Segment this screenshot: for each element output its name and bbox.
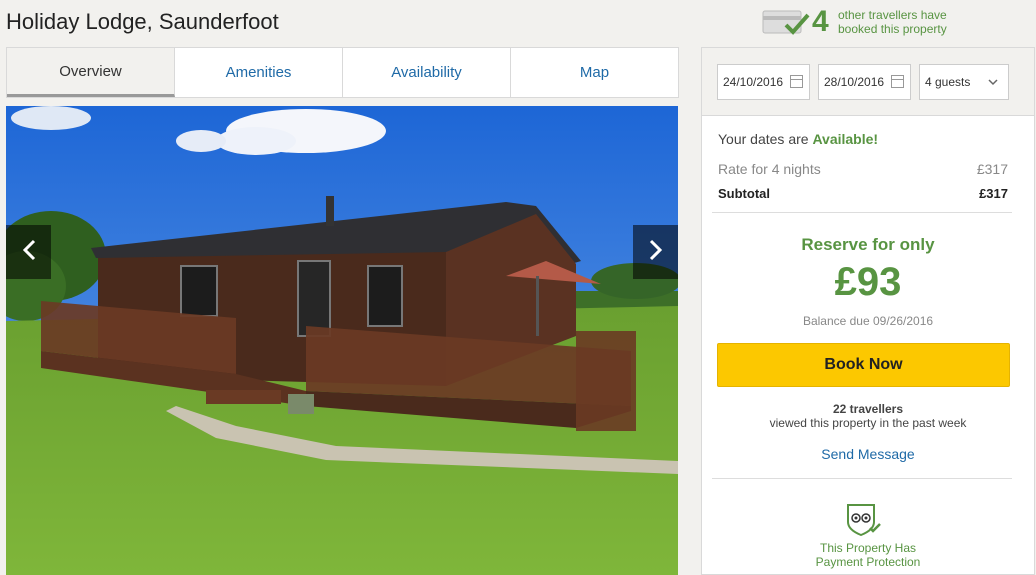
reserve-amount: £93: [834, 260, 902, 304]
guests-select[interactable]: 4 guests: [919, 64, 1009, 100]
checkout-date-input[interactable]: 28/10/2016: [818, 64, 911, 100]
rate-row: Rate for 4 nights £317: [718, 161, 1008, 177]
subtotal-row: Subtotal £317: [718, 186, 1008, 201]
tab-amenities[interactable]: Amenities: [175, 48, 343, 97]
tab-map[interactable]: Map: [511, 48, 678, 97]
booking-panel: 24/10/2016 28/10/2016 4 guests Your date…: [701, 47, 1035, 575]
booked-line-2: booked this property: [838, 22, 947, 36]
subtotal-label: Subtotal: [718, 186, 770, 201]
viewed-notice: 22 travellers viewed this property in th…: [702, 402, 1034, 430]
send-message-link[interactable]: Send Message: [702, 446, 1034, 462]
tab-availability[interactable]: Availability: [343, 48, 511, 97]
checkin-date-value: 24/10/2016: [723, 75, 784, 89]
protection-line-2: Payment Protection: [815, 555, 921, 569]
availability-message: Your dates are Available!: [718, 131, 878, 147]
balance-due: Balance due 09/26/2016: [802, 314, 934, 328]
reserve-label: Reserve for only: [801, 235, 935, 254]
viewed-count: 22 travellers: [832, 402, 904, 416]
checkin-date-input[interactable]: 24/10/2016: [717, 64, 810, 100]
availability-prefix: Your dates are: [718, 131, 813, 147]
credit-card-check-icon: [762, 9, 810, 35]
booking-form: 24/10/2016 28/10/2016 4 guests: [702, 48, 1034, 116]
chevron-left-icon: [21, 239, 37, 266]
checkout-date-value: 28/10/2016: [824, 75, 885, 89]
rate-label: Rate for 4 nights: [718, 161, 821, 177]
booked-line-1: other travellers have: [838, 8, 947, 22]
tab-overview[interactable]: Overview: [7, 48, 175, 97]
chevron-down-icon: [988, 75, 998, 89]
chevron-right-icon: [648, 239, 664, 266]
subtotal-value: £317: [979, 186, 1008, 201]
booked-count: 4: [812, 5, 829, 38]
viewed-text: viewed this property in the past week: [769, 416, 967, 430]
book-now-button[interactable]: Book Now: [717, 343, 1010, 387]
payment-protection-text: This Property Has Payment Protection: [702, 541, 1034, 569]
owl-shield-icon: [844, 502, 882, 537]
photo-prev-button[interactable]: [6, 225, 51, 279]
calendar-icon: [891, 75, 904, 88]
protection-line-1: This Property Has: [819, 541, 917, 555]
divider: [712, 478, 1012, 479]
guests-value: 4 guests: [925, 75, 971, 89]
photo-next-button[interactable]: [633, 225, 678, 279]
booked-banner: 4 other travellers have booked this prop…: [762, 5, 1032, 38]
page-title: Holiday Lodge, Saunderfoot: [6, 9, 279, 34]
divider: [712, 212, 1012, 213]
booked-text: other travellers have booked this proper…: [838, 8, 947, 36]
calendar-icon: [790, 75, 803, 88]
tab-bar: Overview Amenities Availability Map: [6, 47, 679, 98]
availability-status: Available!: [812, 131, 879, 147]
property-photo: [6, 106, 678, 575]
rate-value: £317: [976, 161, 1008, 177]
